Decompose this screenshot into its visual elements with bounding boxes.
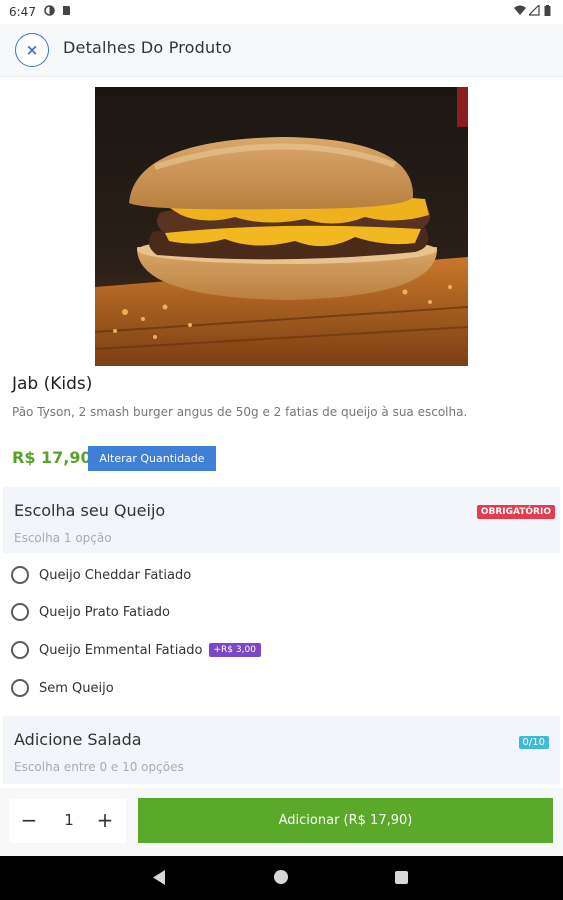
extra-price-badge: +R$ 3,00 xyxy=(208,643,261,657)
status-bar: 6:47 xyxy=(0,0,563,24)
product-name: Jab (Kids) xyxy=(12,374,93,394)
change-quantity-button[interactable]: Alterar Quantidade xyxy=(88,446,216,471)
back-icon[interactable] xyxy=(153,870,166,889)
product-description: Pão Tyson, 2 smash burger angus de 50g e… xyxy=(12,405,468,419)
option-label: Queijo Prato Fatiado xyxy=(39,604,171,620)
wifi-icon xyxy=(514,5,526,16)
option-label: Sem Queijo xyxy=(39,680,114,696)
circle-half-icon xyxy=(44,5,55,16)
close-icon: × xyxy=(25,41,39,59)
section-header-cheese: Escolha seu Queijo Escolha 1 opção OBRIG… xyxy=(3,487,560,553)
quantity-stepper: − 1 + xyxy=(9,799,126,843)
add-to-cart-button[interactable]: Adicionar (R$ 17,90) xyxy=(138,798,553,843)
option-queijo-cheddar[interactable]: Queijo Cheddar Fatiado xyxy=(11,563,191,587)
quantity-value: 1 xyxy=(64,811,74,829)
bottom-action-bar: − 1 + Adicionar (R$ 17,90) xyxy=(0,788,563,856)
section-title: Adicione Salada xyxy=(14,730,142,749)
app-header: × Detalhes Do Produto xyxy=(0,24,563,77)
home-icon[interactable] xyxy=(274,870,288,884)
section-title: Escolha seu Queijo xyxy=(14,501,166,520)
status-right-icons xyxy=(514,3,555,16)
option-queijo-emmental[interactable]: Queijo Emmental Fatiado +R$ 3,00 xyxy=(11,638,261,662)
sd-card-icon xyxy=(61,5,72,16)
battery-icon xyxy=(544,5,555,16)
product-price: R$ 17,90 xyxy=(12,448,92,467)
radio-button[interactable] xyxy=(11,603,29,621)
product-image xyxy=(95,87,468,366)
signal-icon xyxy=(527,3,540,16)
page-title: Detalhes Do Produto xyxy=(63,38,232,57)
option-queijo-prato[interactable]: Queijo Prato Fatiado xyxy=(11,600,170,624)
radio-button[interactable] xyxy=(11,566,29,584)
close-button[interactable]: × xyxy=(15,33,49,67)
radio-button[interactable] xyxy=(11,679,29,697)
section-subtitle: Escolha entre 0 e 10 opções xyxy=(14,760,184,774)
status-time: 6:47 xyxy=(9,5,36,19)
option-label: Queijo Cheddar Fatiado xyxy=(39,567,192,583)
required-badge: OBRIGATÓRIO xyxy=(476,505,555,519)
status-left-icons xyxy=(44,5,72,16)
section-header-salad: Adicione Salada Escolha entre 0 e 10 opç… xyxy=(3,716,560,784)
option-sem-queijo[interactable]: Sem Queijo xyxy=(11,676,114,700)
recent-apps-icon[interactable] xyxy=(395,871,408,884)
count-badge: 0/10 xyxy=(518,736,549,749)
increment-button[interactable]: + xyxy=(95,809,115,831)
decrement-button[interactable]: − xyxy=(19,809,39,831)
option-label: Queijo Emmental Fatiado xyxy=(39,642,203,658)
radio-button[interactable] xyxy=(11,641,29,659)
section-subtitle: Escolha 1 opção xyxy=(14,531,112,545)
system-nav-bar xyxy=(0,856,563,900)
